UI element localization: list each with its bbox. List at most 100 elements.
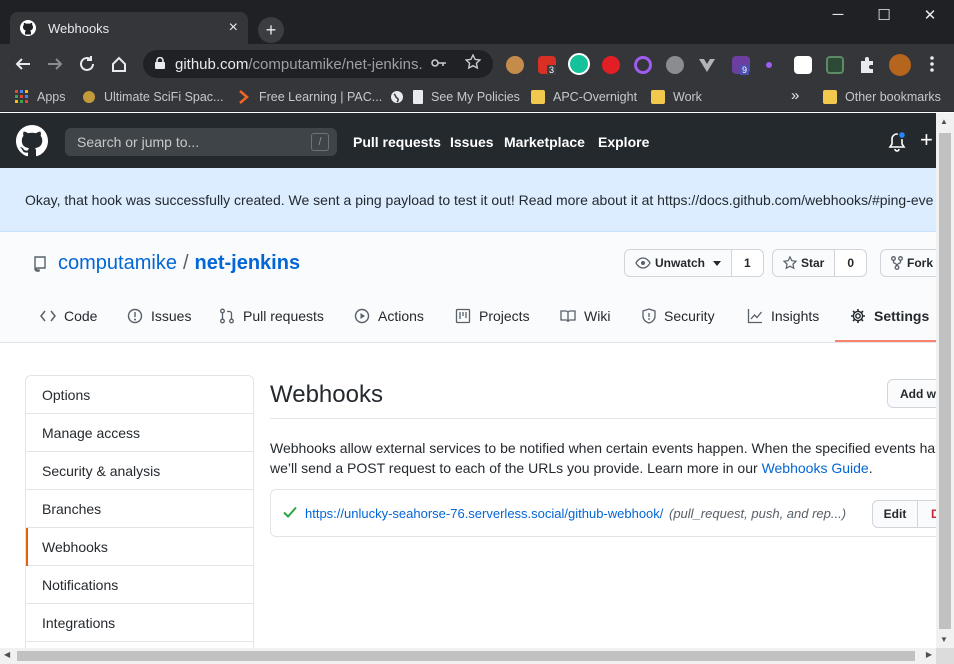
globe-icon — [82, 90, 96, 104]
check-icon — [283, 506, 297, 518]
fork-button-group: Fork — [880, 249, 944, 277]
grammarly-icon[interactable] — [568, 53, 590, 75]
minimize-button[interactable]: ─ — [815, 6, 861, 23]
tab-close-icon[interactable]: × — [229, 20, 238, 36]
tab-pull-requests[interactable]: Pull requests — [219, 308, 324, 324]
nav-marketplace[interactable]: Marketplace — [504, 134, 585, 150]
github-favicon-icon — [20, 20, 36, 36]
bookmark-ultimate-scifi[interactable]: Ultimate SciFi Spac... — [82, 90, 223, 104]
webhook-url-link[interactable]: https://unlucky-seahorse-76.serverless.s… — [305, 506, 663, 521]
sidebar-item-webhooks[interactable]: Webhooks — [26, 528, 253, 566]
star-button[interactable]: Star — [773, 250, 834, 276]
tab-issues[interactable]: Issues — [127, 308, 191, 324]
sidebar-item-options[interactable]: Options — [26, 376, 253, 414]
tab-wiki[interactable]: Wiki — [560, 308, 610, 324]
nav-pull-requests[interactable]: Pull requests — [353, 134, 441, 150]
description-text: we’ll send a POST request to each of the… — [270, 460, 762, 476]
create-new-icon[interactable]: + — [920, 127, 933, 153]
cookie-extension-icon[interactable] — [506, 56, 524, 74]
key-icon[interactable] — [431, 56, 447, 73]
tab-label: Projects — [479, 308, 530, 324]
tab-insights[interactable]: Insights — [747, 308, 819, 324]
dot-extension-icon[interactable] — [766, 62, 772, 68]
star-button-group: Star 0 — [772, 249, 868, 277]
search-shortcut-key: / — [311, 133, 329, 151]
sidebar-item-integrations[interactable]: Integrations — [26, 604, 253, 642]
maximize-button[interactable]: ☐ — [861, 6, 907, 24]
vertical-scroll-thumb[interactable] — [939, 133, 951, 629]
red-extension-icon[interactable]: 3 — [538, 56, 557, 75]
forward-arrow-icon[interactable] — [43, 52, 67, 76]
notification-bell-icon[interactable] — [888, 132, 906, 152]
sidebar-item-security-analysis[interactable]: Security & analysis — [26, 452, 253, 490]
sidebar-item-branches[interactable]: Branches — [26, 490, 253, 528]
flash-success-message: Okay, that hook was successfully created… — [0, 168, 936, 232]
horizontal-scroll-thumb[interactable] — [17, 651, 915, 661]
bookmark-label: See My Policies — [431, 90, 520, 104]
home-icon[interactable] — [107, 52, 131, 76]
horizontal-scrollbar[interactable]: ◀ ▶ — [0, 648, 936, 664]
lock-icon[interactable] — [155, 56, 165, 73]
title-divider — [270, 418, 936, 419]
tab-label: Issues — [151, 308, 192, 324]
github-logo-icon[interactable] — [16, 125, 48, 157]
sidebar-item-notifications[interactable]: Notifications — [26, 566, 253, 604]
scroll-right-arrow-icon[interactable]: ▶ — [926, 650, 932, 659]
browser-menu-icon[interactable] — [920, 52, 944, 76]
bookmark-free-learning[interactable]: Free Learning | PAC... — [237, 90, 382, 104]
tab-security[interactable]: Security — [642, 308, 715, 324]
sidebar-item-manage-access[interactable]: Manage access — [26, 414, 253, 452]
tab-settings[interactable]: Settings — [850, 308, 929, 324]
color-ring-extension-icon[interactable] — [634, 56, 652, 74]
vertical-scrollbar[interactable]: ▲ ▼ — [936, 113, 954, 648]
scroll-down-arrow-icon[interactable]: ▼ — [940, 635, 948, 644]
bookmark-label: Ultimate SciFi Spac... — [104, 90, 224, 104]
edit-webhook-button[interactable]: Edit — [872, 500, 918, 528]
repo-owner-link[interactable]: computamike — [58, 252, 177, 275]
bookmark-work[interactable]: Work — [651, 90, 702, 104]
pocket-extension-icon[interactable] — [794, 56, 812, 74]
webhooks-description: Webhooks allow external services to be n… — [270, 438, 936, 478]
other-bookmarks[interactable]: Other bookmarks — [823, 90, 941, 104]
star-count[interactable]: 0 — [834, 250, 867, 276]
bookmark-apc-overnight[interactable]: APC-Overnight — [531, 90, 637, 104]
profile-avatar[interactable] — [889, 54, 911, 76]
back-arrow-icon[interactable] — [11, 52, 35, 76]
scroll-left-arrow-icon[interactable]: ◀ — [4, 650, 10, 659]
purple-extension-icon[interactable]: 9 — [732, 56, 750, 75]
repo-icon — [34, 255, 46, 272]
nav-issues[interactable]: Issues — [450, 134, 494, 150]
extensions-puzzle-icon[interactable] — [858, 56, 876, 74]
bookmark-star-icon[interactable] — [464, 53, 482, 74]
gear-extension-icon[interactable] — [666, 56, 684, 74]
bookmark-globe[interactable] — [390, 90, 412, 104]
fork-icon — [891, 256, 903, 270]
close-window-button[interactable]: ✕ — [907, 6, 953, 24]
bookmark-see-my-policies[interactable]: See My Policies — [413, 90, 520, 104]
new-tab-button[interactable]: + — [258, 17, 284, 43]
gear-icon — [851, 309, 865, 323]
fork-button[interactable]: Fork — [881, 250, 943, 276]
tab-actions[interactable]: Actions — [354, 308, 424, 324]
nav-explore[interactable]: Explore — [598, 134, 649, 150]
bookmark-apps[interactable]: Apps — [15, 90, 66, 104]
vue-extension-icon[interactable] — [698, 56, 716, 74]
scroll-up-arrow-icon[interactable]: ▲ — [940, 117, 948, 126]
webhooks-guide-link[interactable]: Webhooks Guide — [762, 460, 869, 476]
search-input[interactable]: Search or jump to... / — [65, 128, 337, 156]
url-host: github.com — [175, 55, 249, 73]
reload-icon[interactable] — [75, 52, 99, 76]
unwatch-button[interactable]: Unwatch — [625, 250, 731, 276]
extension-badge: 3 — [547, 65, 557, 75]
bookmarks-overflow-button[interactable]: » — [791, 87, 799, 104]
watch-count[interactable]: 1 — [731, 250, 763, 276]
tab-code[interactable]: Code — [40, 308, 97, 324]
tab-label: Settings — [874, 308, 930, 324]
repo-name-link[interactable]: net-jenkins — [195, 252, 301, 275]
page-title: Webhooks — [270, 381, 383, 408]
address-bar[interactable]: github.com/computamike/net-jenkins... — [143, 50, 493, 78]
browser-tab[interactable]: Webhooks × — [10, 12, 248, 44]
tab-projects[interactable]: Projects — [455, 308, 530, 324]
adblock-plus-icon[interactable] — [602, 56, 620, 74]
screen-extension-icon[interactable] — [826, 56, 844, 74]
